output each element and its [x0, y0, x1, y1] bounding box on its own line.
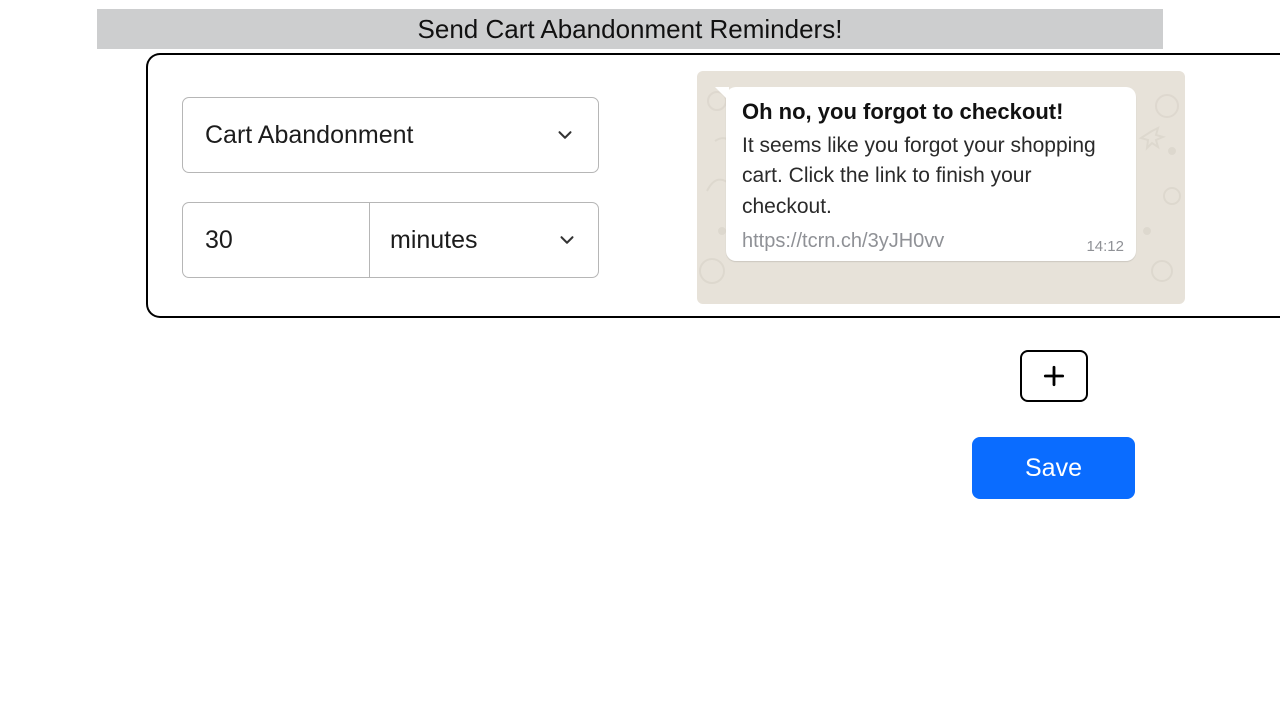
delay-group: minutes: [182, 202, 599, 278]
chevron-down-icon: [554, 124, 576, 146]
bubble-tail: [715, 87, 729, 101]
message-body: It seems like you forgot your shopping c…: [742, 131, 1122, 222]
delay-unit-select[interactable]: minutes: [370, 202, 599, 278]
reminder-panel: Cart Abandonment minutes: [146, 53, 1280, 318]
message-link: https://tcrn.ch/3yJH0vv: [742, 230, 1122, 253]
message-headline: Oh no, you forgot to checkout!: [742, 99, 1122, 125]
delay-value-input[interactable]: [182, 202, 370, 278]
reminder-type-select[interactable]: Cart Abandonment: [182, 97, 599, 173]
message-preview: Oh no, you forgot to checkout! It seems …: [697, 71, 1185, 304]
plus-icon: [1041, 363, 1067, 389]
delay-unit-label: minutes: [390, 226, 556, 255]
page-title: Send Cart Abandonment Reminders!: [97, 9, 1163, 49]
message-timestamp: 14:12: [1086, 238, 1124, 255]
save-button[interactable]: Save: [972, 437, 1135, 499]
chevron-down-icon: [556, 229, 578, 251]
chat-bubble: Oh no, you forgot to checkout! It seems …: [726, 87, 1136, 261]
reminder-type-label: Cart Abandonment: [205, 121, 554, 150]
add-button[interactable]: [1020, 350, 1088, 402]
